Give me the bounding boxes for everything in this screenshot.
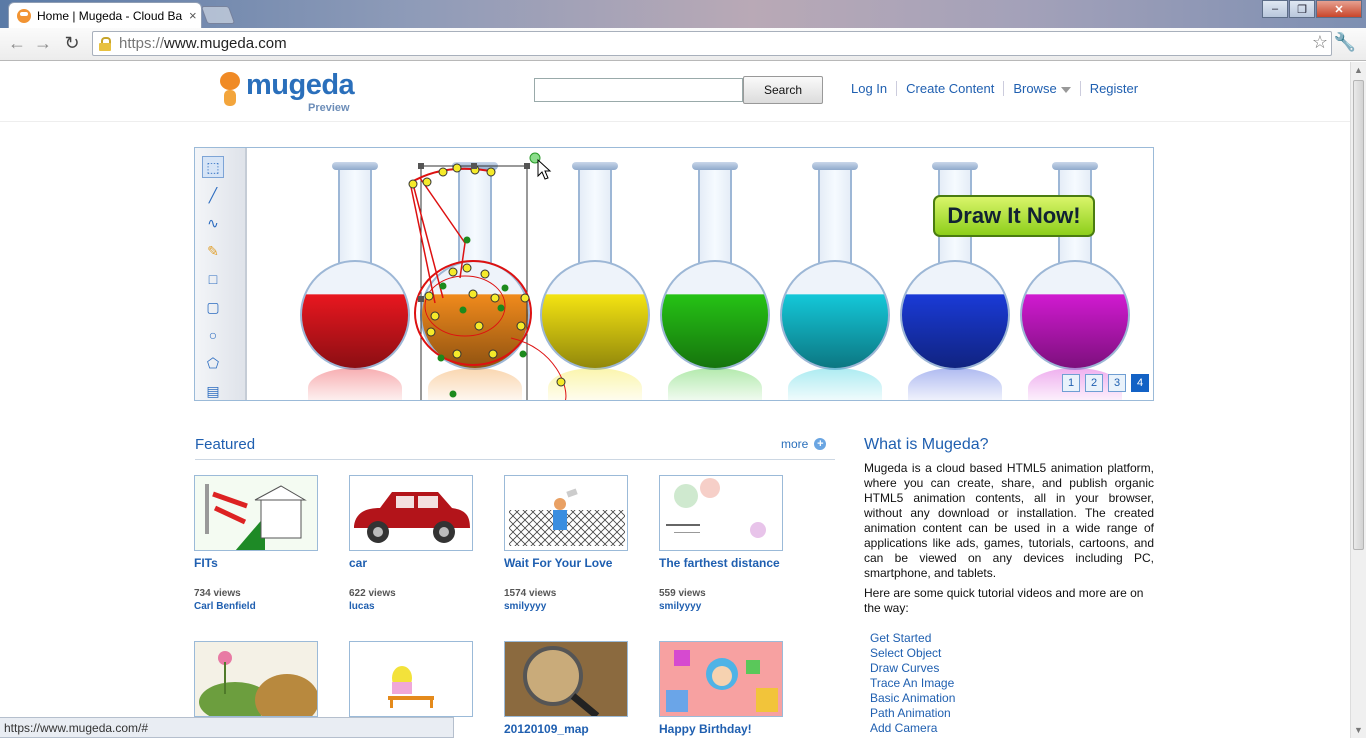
search-input[interactable]	[534, 78, 743, 102]
draw-it-now-button[interactable]: Draw It Now!	[933, 195, 1095, 237]
card-thumbnail[interactable]	[349, 641, 473, 717]
bookmark-star-icon[interactable]: ☆	[1312, 32, 1328, 53]
card-title[interactable]: car	[349, 556, 489, 570]
card-author[interactable]: smilyyyy	[504, 601, 644, 612]
card-thumbnail[interactable]	[194, 641, 318, 717]
pager-button-3[interactable]: 3	[1108, 374, 1126, 392]
page-scrollbar[interactable]: ▲ ▼	[1350, 62, 1366, 738]
nav-browse[interactable]: Browse	[1003, 81, 1079, 96]
tutorial-link[interactable]: Trace An Image	[870, 676, 955, 691]
window-controls: – ❐ ✕	[1261, 0, 1362, 18]
card-author[interactable]: smilyyyy	[659, 601, 799, 612]
tutorial-link[interactable]: Path Animation	[870, 706, 955, 721]
scrollbar-thumb[interactable]	[1353, 80, 1364, 550]
selection-sketch	[408, 152, 567, 400]
nav-browse-label: Browse	[1013, 81, 1057, 96]
hero-banner[interactable]: ⬚ ╱ ∿ ✎ □ ▢ ○ ⬠ ▤ Draw It Now! 1 2 3 4	[194, 147, 1154, 401]
tab-title: Home | Mugeda - Cloud Ba	[37, 8, 183, 23]
featured-card[interactable]: Happy Birthday!	[659, 641, 799, 736]
card-views: 622 views	[349, 588, 396, 599]
card-title[interactable]: 20120109_map	[504, 722, 644, 736]
browser-tab[interactable]: Home | Mugeda - Cloud Ba ×	[8, 2, 202, 28]
featured-heading: Featured	[195, 436, 256, 453]
card-views: 559 views	[659, 588, 706, 599]
tutorial-list: Get Started Select Object Draw Curves Tr…	[870, 631, 955, 736]
tutorial-link[interactable]: Add Camera	[870, 721, 955, 736]
card-thumbnail[interactable]	[504, 641, 628, 717]
new-tab-button[interactable]	[200, 6, 236, 24]
tutorial-link[interactable]: Draw Curves	[870, 661, 955, 676]
card-thumbnail[interactable]	[349, 475, 473, 551]
close-window-icon[interactable]: ✕	[1316, 0, 1362, 18]
logo-preview-label: Preview	[308, 102, 350, 114]
nav-log-in[interactable]: Log In	[842, 81, 896, 96]
search-button[interactable]: Search	[743, 76, 823, 104]
card-title[interactable]: FITs	[194, 556, 334, 570]
tutorial-link[interactable]: Select Object	[870, 646, 955, 661]
lock-icon	[99, 36, 111, 51]
maximize-icon[interactable]: ❐	[1289, 0, 1315, 18]
card-title[interactable]: Wait For Your Love	[504, 556, 644, 570]
card-title[interactable]: Happy Birthday!	[659, 722, 799, 736]
card-views: 734 views	[194, 588, 241, 599]
minimize-icon[interactable]: –	[1262, 0, 1288, 18]
mascot-logo-icon	[218, 70, 244, 110]
logo-text: mugeda	[246, 69, 355, 101]
address-bar[interactable]: https://www.mugeda.com	[92, 31, 1332, 56]
mugeda-description: Mugeda is a cloud based HTML5 animation …	[864, 461, 1154, 580]
reload-icon[interactable]: ↻	[61, 33, 83, 54]
featured-card[interactable]: Wait For Your Love 1574 views smilyyyy	[504, 475, 644, 612]
top-navigation: Log In Create Content Browse Register	[842, 81, 1147, 96]
scroll-up-icon[interactable]: ▲	[1354, 65, 1363, 75]
tab-close-icon[interactable]: ×	[189, 8, 197, 23]
forward-arrow-icon[interactable]: →	[32, 33, 54, 54]
featured-divider	[195, 459, 835, 460]
back-arrow-icon[interactable]: ←	[6, 33, 28, 54]
nav-create-content[interactable]: Create Content	[896, 81, 1003, 96]
plus-circle-icon: +	[814, 438, 827, 450]
pager-button-2[interactable]: 2	[1085, 374, 1103, 392]
nav-register[interactable]: Register	[1079, 81, 1147, 96]
more-label: more	[781, 437, 809, 451]
slide-pager: 1 2 3 4	[1057, 374, 1149, 392]
featured-card[interactable]	[349, 641, 489, 722]
window-titlebar: Home | Mugeda - Cloud Ba × – ❐ ✕	[0, 0, 1366, 28]
card-views: 1574 views	[504, 588, 557, 599]
card-thumbnail[interactable]	[504, 475, 628, 551]
pager-button-4[interactable]: 4	[1131, 374, 1149, 392]
card-author[interactable]: Carl Benfield	[194, 601, 334, 612]
pager-button-1[interactable]: 1	[1062, 374, 1080, 392]
card-thumbnail[interactable]	[659, 641, 783, 717]
site-header: mugeda Preview Search Log In Create Cont…	[0, 62, 1350, 122]
card-thumbnail[interactable]	[659, 475, 783, 551]
mugeda-favicon-icon	[17, 8, 31, 23]
mugeda-logo[interactable]: mugeda Preview	[218, 69, 355, 114]
card-thumbnail[interactable]	[194, 475, 318, 551]
featured-card[interactable]	[194, 641, 334, 722]
card-title[interactable]: The farthest distance	[659, 556, 799, 570]
card-author[interactable]: lucas	[349, 601, 489, 612]
url-protocol: https://	[119, 35, 165, 52]
what-is-mugeda-heading: What is Mugeda?	[864, 436, 989, 453]
featured-card[interactable]: car 622 views lucas	[349, 475, 489, 612]
url-host: www.mugeda.com	[164, 35, 287, 52]
tutorial-link[interactable]: Basic Animation	[870, 691, 955, 706]
featured-card[interactable]: FITs 734 views Carl Benfield	[194, 475, 334, 612]
tutorial-intro: Here are some quick tutorial videos and …	[864, 586, 1144, 615]
wrench-menu-icon[interactable]: 🔧	[1334, 32, 1356, 53]
status-bar: https://www.mugeda.com/#	[0, 717, 454, 738]
featured-card[interactable]: 20120109_map	[504, 641, 644, 736]
web-page: mugeda Preview Search Log In Create Cont…	[0, 62, 1350, 738]
scroll-down-icon[interactable]: ▼	[1354, 725, 1363, 735]
tutorial-link[interactable]: Get Started	[870, 631, 955, 646]
chevron-down-icon	[1060, 86, 1071, 93]
browser-toolbar: ← → ↻ https://www.mugeda.com ☆ 🔧	[0, 28, 1366, 61]
featured-card[interactable]: The farthest distance 559 views smilyyyy	[659, 475, 799, 612]
more-link[interactable]: more +	[781, 437, 827, 451]
